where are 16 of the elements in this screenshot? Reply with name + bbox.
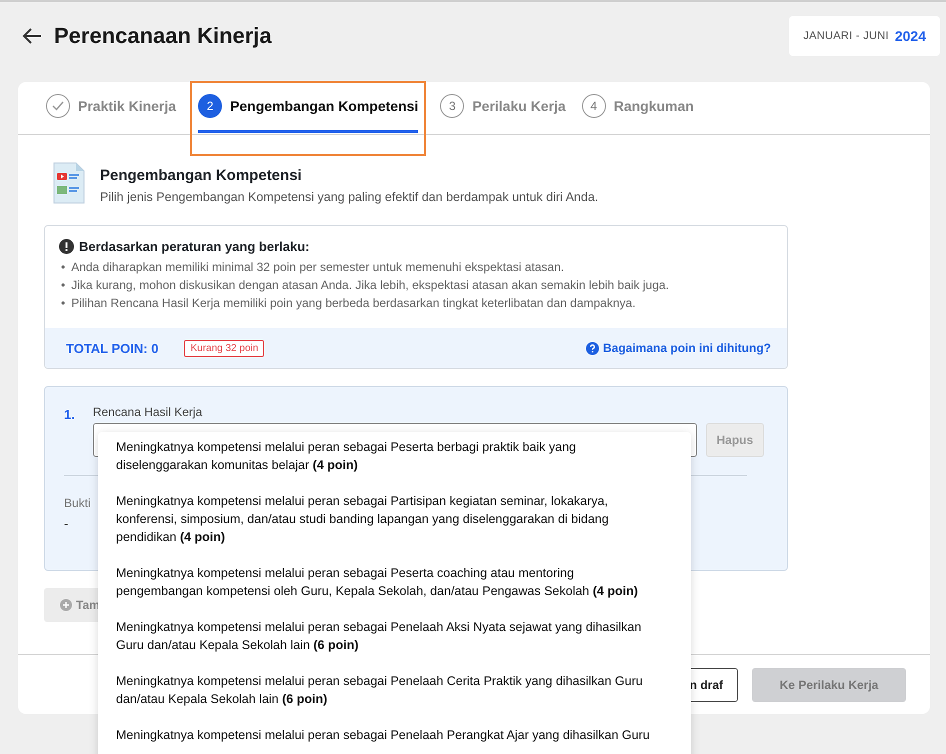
- total-points: TOTAL POIN: 0: [66, 340, 158, 356]
- info-bullet: Anda diharapkan memiliki minimal 32 poin per semester untuk memenuhi ekspektasi atasan.: [71, 259, 564, 276]
- section-subtitle: Pilih jenis Pengembangan Kompetensi yang paling efektif dan berdampak untuk diri Anda.: [100, 190, 598, 204]
- bullet-mark: •: [61, 259, 66, 276]
- info-bullet: Jika kurang, mohon diskusikan dengan atasan Anda. Jika lebih, ekspektasi atasan akan semakin lebih baik juga.: [71, 277, 669, 294]
- info-title: Berdasarkan peraturan yang berlaku:: [79, 239, 310, 254]
- info-bullet: Pilihan Rencana Hasil Kerja memiliki poin yang berbeda berdasarkan tingkat keterlibatan dan dampaknya.: [71, 295, 636, 312]
- section-title: Pengembangan Kompetensi: [100, 167, 303, 184]
- item-number: 1.: [64, 406, 75, 424]
- evidence-value: -: [64, 516, 68, 531]
- bullet-mark: •: [61, 277, 66, 294]
- evidence-label: Bukti: [64, 496, 91, 510]
- page-title: Perencanaan Kinerja: [54, 23, 272, 49]
- points-badge: Kurang 32 poin: [184, 340, 264, 356]
- field-label: Rencana Hasil Kerja: [92, 405, 204, 419]
- bullet-mark: •: [61, 295, 66, 312]
